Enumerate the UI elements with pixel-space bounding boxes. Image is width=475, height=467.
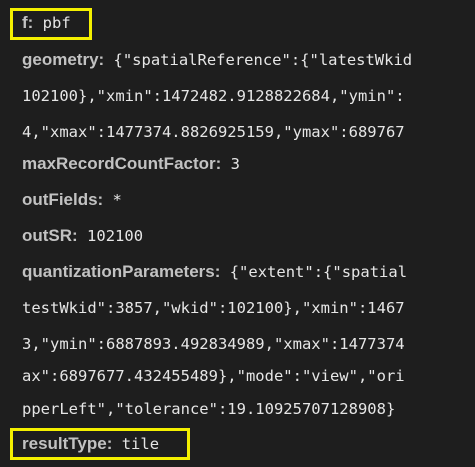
param-value-continuation: testWkid":3857,"wkid":102100},"xmin":146… <box>22 299 405 317</box>
request-params-panel: f: pbf geometry: {"spatialReference":{"l… <box>0 0 475 467</box>
param-key: geometry: <box>22 50 105 69</box>
param-key: resultType: <box>22 434 113 453</box>
param-resulttype: resultType: tile <box>22 433 159 455</box>
param-value: 102100 <box>77 227 144 245</box>
param-maxrecordcountfactor: maxRecordCountFactor: 3 <box>22 153 240 175</box>
param-value: {"spatialReference":{"latestWkid <box>104 51 413 69</box>
param-key: f: <box>22 13 34 32</box>
param-value-continuation: ax":6897677.432455489},"mode":"view","or… <box>22 367 405 385</box>
param-value: tile <box>112 435 160 453</box>
param-key: outSR: <box>22 226 78 245</box>
param-key: quantizationParameters: <box>22 262 221 281</box>
param-key: outFields: <box>22 190 104 209</box>
param-value: pbf <box>33 14 71 32</box>
param-key: maxRecordCountFactor: <box>22 154 222 173</box>
param-value-continuation: pperLeft","tolerance":19.10925707128908} <box>22 400 396 418</box>
param-value-continuation: 3,"ymin":6887893.492834989,"xmax":147737… <box>22 335 405 353</box>
param-outfields: outFields: * <box>22 189 122 211</box>
param-value-continuation: 102100},"xmin":1472482.9128822684,"ymin"… <box>22 87 405 105</box>
param-value-continuation: 4,"xmax":1477374.8826925159,"ymax":68976… <box>22 123 405 141</box>
param-value: {"extent":{"spatial <box>220 263 408 281</box>
param-value: * <box>103 191 122 209</box>
param-geometry: geometry: {"spatialReference":{"latestWk… <box>22 49 412 71</box>
param-f: f: pbf <box>22 12 71 34</box>
param-outsr: outSR: 102100 <box>22 225 143 247</box>
param-value: 3 <box>221 155 240 173</box>
param-quantizationparameters: quantizationParameters: {"extent":{"spat… <box>22 261 407 283</box>
